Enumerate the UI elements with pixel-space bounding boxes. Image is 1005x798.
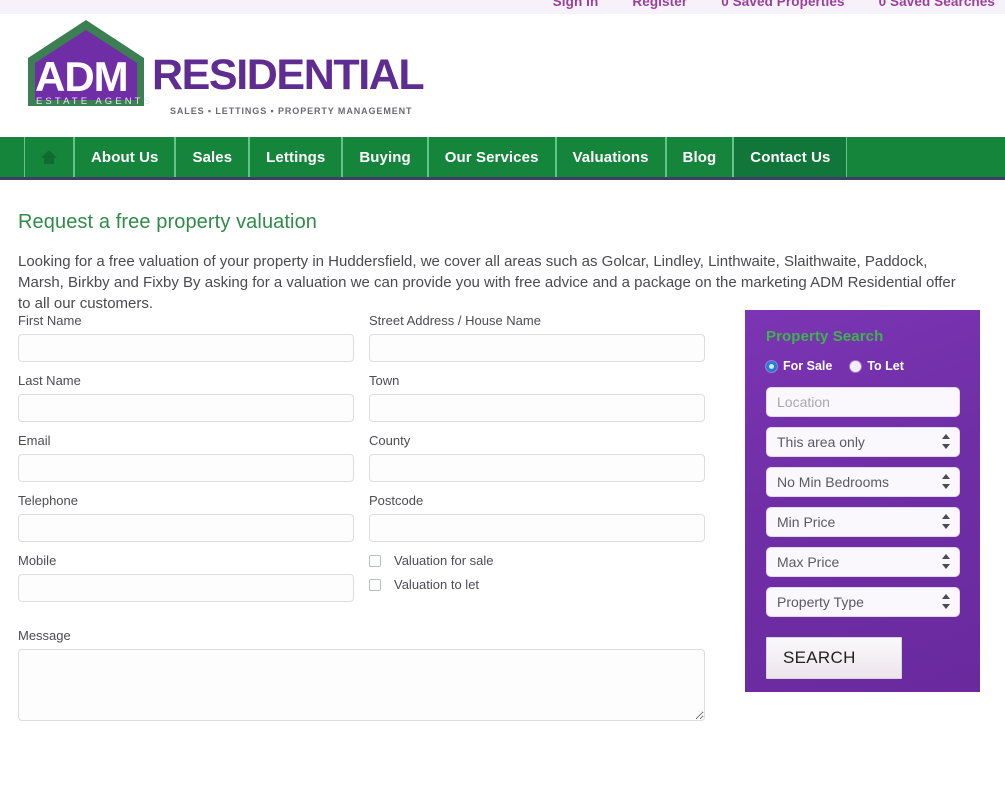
mobile-label: Mobile	[18, 553, 57, 568]
checkbox-row-valuation-for-sale[interactable]: Valuation for sale	[369, 553, 705, 568]
home-icon	[41, 150, 57, 164]
street-address-label: Street Address / House Name	[369, 313, 541, 328]
postcode-label: Postcode	[369, 493, 424, 508]
to-let-label[interactable]: To Let	[867, 359, 904, 373]
nav-label: Valuations	[572, 148, 649, 166]
field-telephone: Telephone	[18, 493, 354, 542]
property-search-title: Property Search	[766, 328, 884, 345]
property-search-panel: Property Search For Sale To Let This are…	[745, 310, 980, 692]
property-type-select-wrap: Property Type	[766, 587, 960, 617]
field-first-name: First Name	[18, 313, 354, 362]
form-column-right: Street Address / House Name Town County …	[369, 313, 705, 598]
logo-tagline: SALES ▪ LETTINGS ▪ PROPERTY MANAGEMENT	[170, 106, 413, 116]
nav-label: Sales	[192, 148, 233, 166]
last-name-label: Last Name	[18, 373, 81, 388]
nav-item-valuations[interactable]: Valuations	[556, 137, 666, 177]
mobile-input[interactable]	[18, 574, 354, 602]
nav-label: Blog	[682, 148, 717, 166]
form-column-left: First Name Last Name Email Telephone Mob	[18, 313, 354, 613]
town-label: Town	[369, 373, 400, 388]
main-navigation: About Us Sales Lettings Buying Our Servi…	[0, 137, 1005, 180]
nav-item-about-us[interactable]: About Us	[74, 137, 175, 177]
postcode-input[interactable]	[369, 514, 705, 542]
nav-right-spacer	[847, 137, 1005, 177]
min-bedrooms-select[interactable]: No Min Bedrooms	[766, 467, 960, 497]
listing-type-radio-group: For Sale To Let	[766, 359, 960, 373]
valuation-for-sale-checkbox[interactable]	[369, 554, 381, 567]
logo-wordmark: RESIDENTIAL	[152, 51, 425, 99]
nav-label: Buying	[359, 148, 411, 166]
field-postcode: Postcode	[369, 493, 705, 542]
max-price-select[interactable]: Max Price	[766, 547, 960, 577]
property-type-select[interactable]: Property Type	[766, 587, 960, 617]
first-name-label: First Name	[18, 313, 82, 328]
logo-mark-subtext: ESTATE AGENTS	[36, 96, 154, 107]
nav-label: Lettings	[266, 148, 326, 166]
saved-searches-link[interactable]: 0 Saved Searches	[879, 0, 995, 9]
for-sale-label[interactable]: For Sale	[783, 359, 832, 373]
area-scope-select-wrap: This area only	[766, 427, 960, 457]
field-message: Message	[18, 628, 705, 721]
town-input[interactable]	[369, 394, 705, 422]
logo-mark-text: ADM	[35, 53, 129, 100]
first-name-input[interactable]	[18, 334, 354, 362]
min-bedrooms-select-wrap: No Min Bedrooms	[766, 467, 960, 497]
register-link[interactable]: Register	[632, 0, 687, 9]
to-let-radio[interactable]	[850, 360, 862, 372]
valuation-for-sale-label: Valuation for sale	[394, 553, 494, 568]
telephone-input[interactable]	[18, 514, 354, 542]
nav-item-sales[interactable]: Sales	[175, 137, 249, 177]
telephone-label: Telephone	[18, 493, 78, 508]
for-sale-radio[interactable]	[766, 360, 777, 372]
nav-left-spacer	[0, 137, 24, 177]
saved-properties-link[interactable]: 0 Saved Properties	[721, 0, 844, 9]
top-utility-links: Sign In Register 0 Saved Properties 0 Sa…	[553, 0, 995, 14]
county-label: County	[369, 433, 411, 448]
last-name-input[interactable]	[18, 394, 354, 422]
email-label: Email	[18, 433, 51, 448]
intro-paragraph: Looking for a free valuation of your pro…	[18, 253, 956, 312]
message-label: Message	[18, 628, 71, 643]
max-price-select-wrap: Max Price	[766, 547, 960, 577]
page-title: Request a free property valuation	[18, 211, 318, 234]
nav-label: About Us	[91, 148, 159, 166]
field-street-address: Street Address / House Name	[369, 313, 705, 362]
site-logo[interactable]: ADM ESTATE AGENTS RESIDENTIAL SALES ▪ LE…	[22, 18, 442, 116]
location-input[interactable]	[766, 387, 960, 417]
field-county: County	[369, 433, 705, 482]
field-email: Email	[18, 433, 354, 482]
street-address-input[interactable]	[369, 334, 705, 362]
top-utility-bar: Sign In Register 0 Saved Properties 0 Sa…	[0, 0, 1005, 14]
property-search-button[interactable]: SEARCH	[766, 637, 902, 679]
sign-in-link[interactable]: Sign In	[553, 0, 599, 9]
field-town: Town	[369, 373, 705, 422]
nav-item-blog[interactable]: Blog	[666, 137, 734, 177]
nav-item-buying[interactable]: Buying	[342, 137, 427, 177]
valuation-to-let-checkbox[interactable]	[369, 578, 381, 591]
nav-item-home[interactable]	[24, 137, 74, 177]
message-textarea[interactable]	[18, 649, 705, 721]
county-input[interactable]	[369, 454, 705, 482]
nav-label: Contact Us	[750, 148, 831, 166]
nav-label: Our Services	[444, 148, 539, 166]
checkbox-row-valuation-to-let[interactable]: Valuation to let	[369, 577, 705, 592]
area-scope-select[interactable]: This area only	[766, 427, 960, 457]
min-price-select-wrap: Min Price	[766, 507, 960, 537]
valuation-to-let-label: Valuation to let	[394, 577, 480, 592]
field-mobile: Mobile	[18, 553, 354, 602]
min-price-select[interactable]: Min Price	[766, 507, 960, 537]
email-input[interactable]	[18, 454, 354, 482]
nav-item-lettings[interactable]: Lettings	[249, 137, 342, 177]
nav-item-contact-us[interactable]: Contact Us	[733, 137, 848, 177]
nav-item-our-services[interactable]: Our Services	[428, 137, 556, 177]
field-last-name: Last Name	[18, 373, 354, 422]
page-root: Sign In Register 0 Saved Properties 0 Sa…	[0, 0, 1005, 798]
